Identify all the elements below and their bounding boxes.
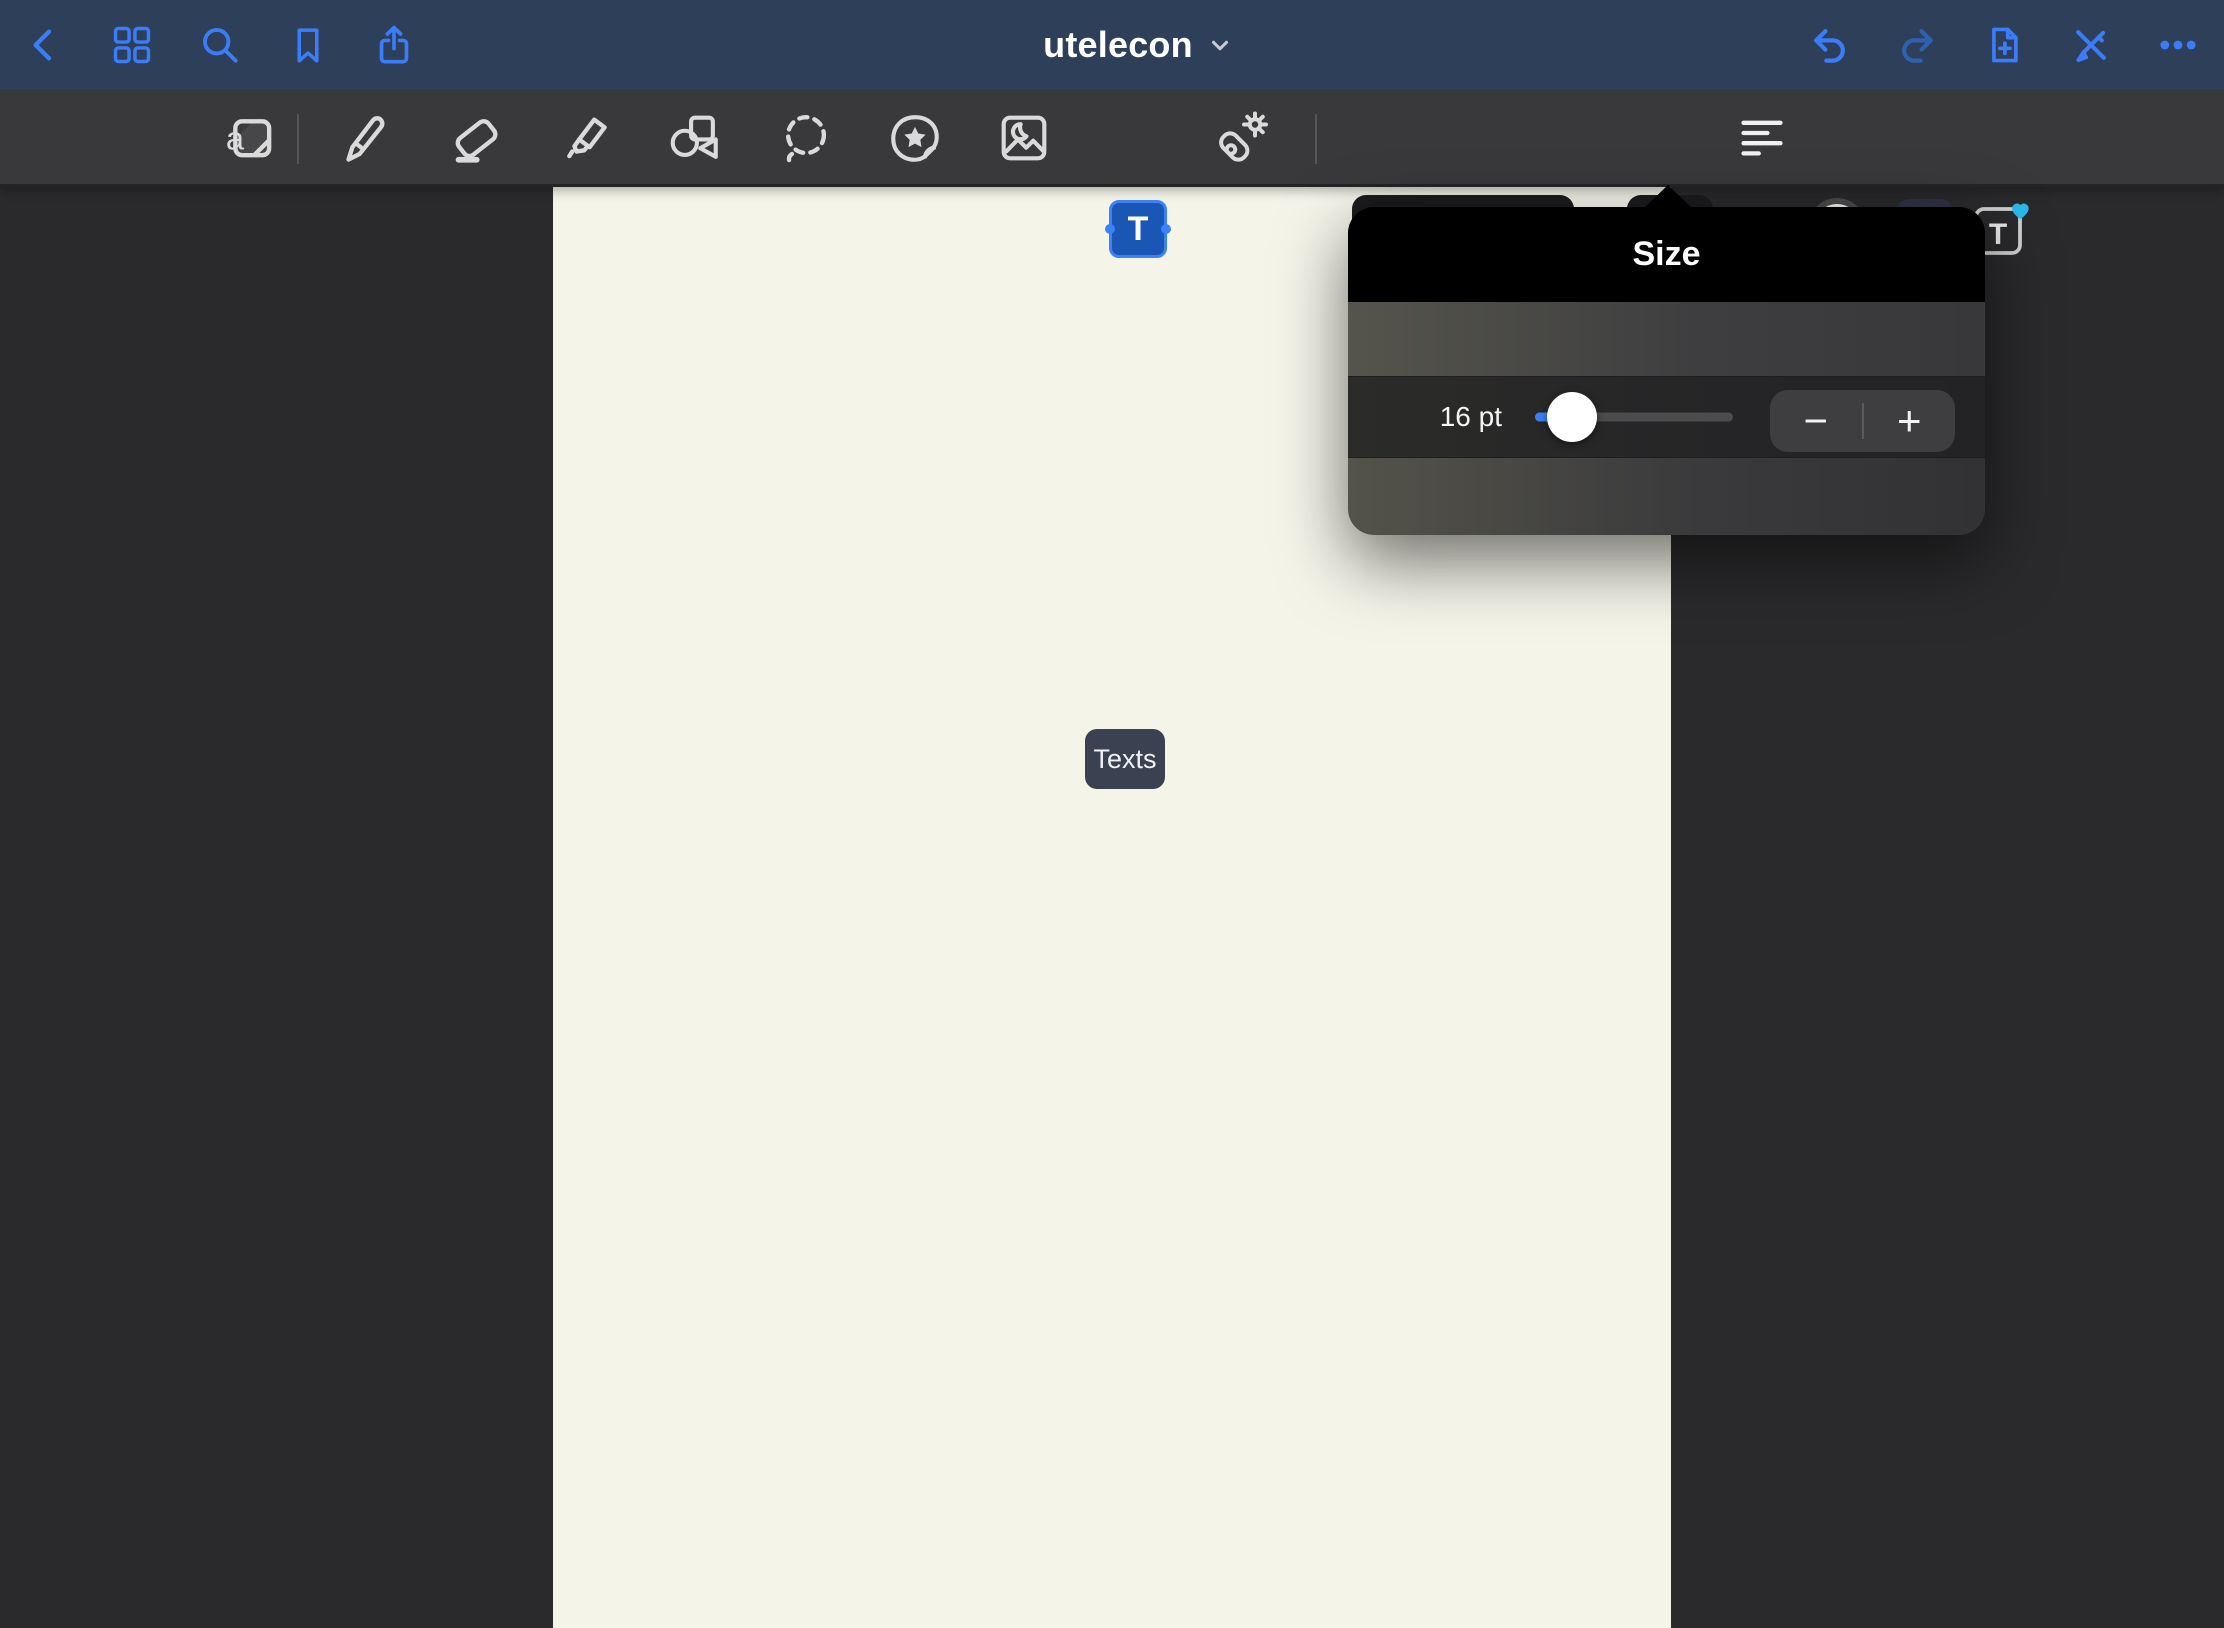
thumbnails-grid-icon <box>110 23 154 67</box>
text-tool-button[interactable]: T <box>1109 200 1167 258</box>
toolbar-divider <box>1315 114 1317 164</box>
page-text-element[interactable]: Texts <box>1085 729 1165 789</box>
size-stepper: − + <box>1770 390 1955 452</box>
size-value-label: 16 pt <box>1368 377 1502 457</box>
size-popover-title: Size <box>1632 235 1700 274</box>
stylus-disable-button[interactable] <box>2067 21 2115 69</box>
document-title-button[interactable]: utelecon <box>988 0 1288 89</box>
share-button[interactable] <box>370 21 418 69</box>
eraser-tool-button[interactable] <box>443 106 507 170</box>
size-slider-knob[interactable] <box>1547 392 1597 442</box>
page-title: utelecon <box>1043 24 1193 66</box>
app-screen: utelecon <box>0 0 2224 1628</box>
more-button[interactable] <box>2154 21 2202 69</box>
selection-handle-right <box>1161 224 1171 234</box>
tools-toolbar: a <box>0 89 2224 187</box>
lasso-icon <box>777 109 835 167</box>
image-tool-button[interactable] <box>992 106 1056 170</box>
share-icon <box>372 23 416 67</box>
undo-icon <box>1808 23 1852 67</box>
shapes-tool-button[interactable] <box>662 106 726 170</box>
pen-tool-button[interactable] <box>332 106 396 170</box>
search-button[interactable] <box>196 21 244 69</box>
edit-mode-icon: a <box>223 109 281 167</box>
lasso-tool-button[interactable] <box>774 106 838 170</box>
text-align-button[interactable] <box>1730 106 1794 170</box>
svg-text:T: T <box>1989 218 2007 251</box>
size-popover-header: Size <box>1348 207 1985 302</box>
add-page-button[interactable] <box>1980 21 2028 69</box>
popover-band-top <box>1348 302 1985 376</box>
stylus-x-icon <box>2069 23 2113 67</box>
edit-mode-button[interactable]: a <box>220 106 284 170</box>
back-icon <box>24 25 64 65</box>
chevron-down-icon <box>1207 32 1233 58</box>
undo-button[interactable] <box>1806 21 1854 69</box>
bookmark-button[interactable] <box>284 21 332 69</box>
toolbar-divider <box>297 114 299 164</box>
highlighter-icon <box>557 109 615 167</box>
svg-text:a: a <box>226 120 245 157</box>
page-text-label: Texts <box>1093 744 1156 775</box>
size-increase-button[interactable]: + <box>1864 390 1956 452</box>
bookmark-icon <box>287 24 329 66</box>
selection-handle-left <box>1105 224 1115 234</box>
text-tool-glyph: T <box>1128 210 1149 249</box>
size-slider-row: 16 pt − + <box>1348 376 1985 458</box>
heart-icon <box>2012 204 2028 220</box>
laser-pointer-icon <box>1212 108 1272 168</box>
pen-icon <box>335 109 393 167</box>
shapes-icon <box>665 109 723 167</box>
image-icon <box>995 109 1053 167</box>
sticker-icon <box>886 109 944 167</box>
back-button[interactable] <box>20 21 68 69</box>
sticker-tool-button[interactable] <box>883 106 947 170</box>
search-icon <box>198 23 242 67</box>
popover-band-bottom <box>1348 458 1985 535</box>
add-page-icon <box>1982 23 2026 67</box>
popover-pointer <box>1644 185 1692 208</box>
eraser-icon <box>446 109 504 167</box>
laser-pointer-button[interactable] <box>1210 106 1274 170</box>
size-popover: Size 16 pt − + <box>1348 207 1985 535</box>
top-navigation-bar: utelecon <box>0 0 2224 89</box>
redo-icon <box>1895 23 1939 67</box>
size-decrease-button[interactable]: − <box>1770 390 1862 452</box>
text-align-icon <box>1736 112 1788 164</box>
redo-button[interactable] <box>1893 21 1941 69</box>
highlighter-tool-button[interactable] <box>554 106 618 170</box>
thumbnails-button[interactable] <box>108 21 156 69</box>
more-icon <box>2156 23 2200 67</box>
